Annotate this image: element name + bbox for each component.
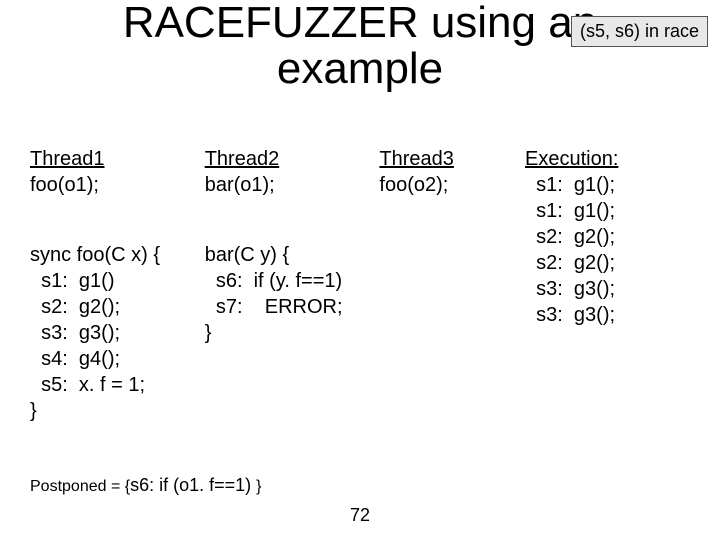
thread1-sig: sync foo(C x) { (30, 244, 160, 266)
columns: Thread1 foo(o1); sync foo(C x) { s1: g1(… (30, 120, 690, 424)
thread2-header: Thread2 (205, 148, 280, 170)
execution-column: Execution: s1: g1(); s1: g1(); s2: g2();… (525, 120, 690, 424)
thread1-s2: s2: g2(); (30, 296, 120, 318)
execution-header: Execution: (525, 148, 618, 170)
execution-l4: s2: g2(); (525, 252, 615, 274)
thread1-s5: s5: x. f = 1; (30, 374, 145, 396)
thread2-s7: s7: ERROR; (205, 296, 343, 318)
thread2-column: Thread2 bar(o1); bar(C y) { s6: if (y. f… (205, 120, 380, 424)
page-number: 72 (0, 505, 720, 526)
spacer (30, 198, 205, 216)
postponed-label: Postponed = { (30, 478, 130, 495)
thread1-header: Thread1 (30, 148, 105, 170)
postponed-body: s6: if (o1. f==1) (130, 475, 256, 495)
thread3-column: Thread3 foo(o2); (379, 120, 525, 424)
thread2-close: } (205, 322, 212, 344)
thread1-column: Thread1 foo(o1); sync foo(C x) { s1: g1(… (30, 120, 205, 424)
thread1-s3: s3: g3(); (30, 322, 120, 344)
thread1-close: } (30, 400, 37, 422)
execution-l3: s2: g2(); (525, 226, 615, 248)
execution-l2: s1: g1(); (525, 200, 615, 222)
postponed-set: Postponed = {s6: if (o1. f==1) } (30, 475, 262, 496)
execution-l6: s3: g3(); (525, 304, 615, 326)
thread2-call: bar(o1); (205, 174, 275, 196)
thread2-s6: s6: if (y. f==1) (205, 270, 342, 292)
title-line1: RACEFUZZER using an (123, 0, 597, 47)
execution-l5: s3: g3(); (525, 278, 615, 300)
execution-l1: s1: g1(); (525, 174, 615, 196)
thread1-s4: s4: g4(); (30, 348, 120, 370)
thread2-sig: bar(C y) { (205, 244, 289, 266)
title-line2: example (277, 44, 443, 93)
slide: RACEFUZZER using an example (s5, s6) in … (0, 0, 720, 540)
thread1-s1: s1: g1() (30, 270, 114, 292)
race-badge: (s5, s6) in race (571, 16, 708, 47)
thread3-call: foo(o2); (379, 174, 448, 196)
thread3-header: Thread3 (379, 148, 454, 170)
postponed-close: } (256, 478, 261, 495)
thread1-call: foo(o1); (30, 174, 99, 196)
spacer (205, 198, 380, 216)
